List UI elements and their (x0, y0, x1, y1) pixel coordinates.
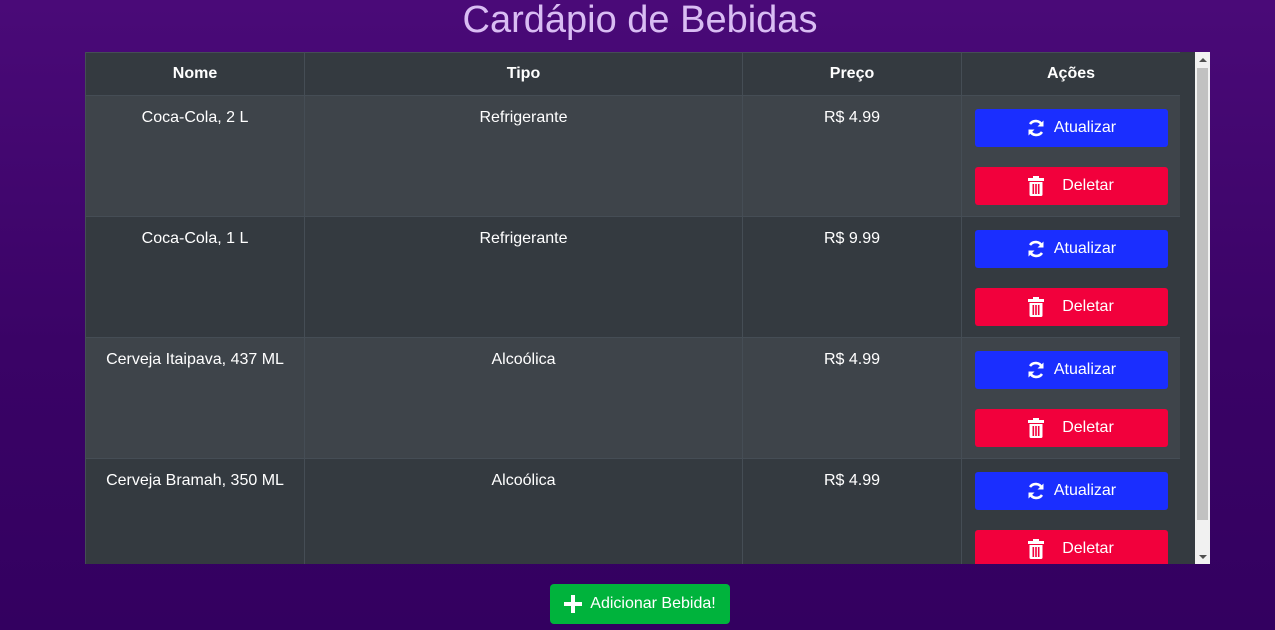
header-nome: Nome (85, 52, 305, 96)
cell-preco: R$ 4.99 (742, 458, 962, 564)
table-row: Cerveja Itaipava, 437 ML Alcoólica R$ 4.… (85, 337, 1180, 459)
cell-actions: Atualizar Deletar (961, 95, 1180, 217)
cell-actions: Atualizar Deletar (961, 216, 1180, 338)
trash-icon (1028, 418, 1045, 438)
table-row: Coca-Cola, 2 L Refrigerante R$ 4.99 Atua… (85, 95, 1180, 217)
update-button-label: Atualizar (1053, 119, 1117, 136)
trash-icon (1028, 297, 1045, 317)
update-button-label: Atualizar (1053, 361, 1117, 378)
header-preco: Preço (742, 52, 962, 96)
scroll-up-arrow-icon[interactable] (1195, 52, 1210, 67)
refresh-icon (1028, 361, 1044, 379)
table-row: Coca-Cola, 1 L Refrigerante R$ 9.99 Atua… (85, 216, 1180, 338)
cell-tipo: Refrigerante (304, 95, 743, 217)
delete-button-label: Deletar (1062, 177, 1114, 194)
trash-icon (1028, 176, 1045, 196)
cell-nome: Cerveja Bramah, 350 ML (85, 458, 305, 564)
page-title: Cardápio de Bebidas (462, 0, 818, 41)
cell-actions: Atualizar Deletar (961, 337, 1180, 459)
delete-button-label: Deletar (1062, 419, 1114, 436)
cell-nome: Coca-Cola, 2 L (85, 95, 305, 217)
update-button-label: Atualizar (1053, 482, 1117, 499)
refresh-icon (1028, 240, 1044, 258)
refresh-icon (1028, 482, 1044, 500)
drinks-table-container: Nome Tipo Preço Ações Coca-Cola, 2 L Ref… (85, 52, 1210, 564)
cell-tipo: Refrigerante (304, 216, 743, 338)
add-drink-button[interactable]: Adicionar Bebida! (550, 584, 730, 624)
drinks-table: Nome Tipo Preço Ações Coca-Cola, 2 L Ref… (85, 52, 1180, 564)
update-button[interactable]: Atualizar (974, 109, 1168, 147)
cell-nome: Coca-Cola, 1 L (85, 216, 305, 338)
drinks-table-scroll[interactable]: Nome Tipo Preço Ações Coca-Cola, 2 L Ref… (85, 52, 1180, 564)
cell-actions: Atualizar Deletar (961, 458, 1180, 564)
delete-button[interactable]: Deletar (974, 409, 1168, 447)
delete-button-label: Deletar (1062, 540, 1114, 557)
cell-nome: Cerveja Itaipava, 437 ML (85, 337, 305, 459)
header-acoes: Ações (961, 52, 1180, 96)
update-button[interactable]: Atualizar (974, 472, 1168, 510)
plus-icon (564, 595, 583, 613)
update-button[interactable]: Atualizar (974, 230, 1168, 268)
table-row: Cerveja Bramah, 350 ML Alcoólica R$ 4.99… (85, 458, 1180, 564)
header-tipo: Tipo (304, 52, 743, 96)
delete-button-label: Deletar (1062, 298, 1114, 315)
cell-preco: R$ 9.99 (742, 216, 962, 338)
delete-button[interactable]: Deletar (974, 288, 1168, 326)
cell-preco: R$ 4.99 (742, 95, 962, 217)
cell-tipo: Alcoólica (304, 458, 743, 564)
trash-icon (1028, 539, 1045, 559)
cell-preco: R$ 4.99 (742, 337, 962, 459)
refresh-icon (1028, 119, 1044, 137)
add-drink-button-label: Adicionar Bebida! (590, 595, 716, 612)
scroll-down-arrow-icon[interactable] (1195, 549, 1210, 564)
delete-button[interactable]: Deletar (974, 530, 1168, 564)
cell-tipo: Alcoólica (304, 337, 743, 459)
table-scrollbar[interactable] (1195, 52, 1210, 564)
delete-button[interactable]: Deletar (974, 167, 1168, 205)
update-button-label: Atualizar (1053, 240, 1117, 257)
update-button[interactable]: Atualizar (974, 351, 1168, 389)
scrollbar-thumb[interactable] (1197, 68, 1208, 520)
table-header-row: Nome Tipo Preço Ações (85, 52, 1180, 96)
